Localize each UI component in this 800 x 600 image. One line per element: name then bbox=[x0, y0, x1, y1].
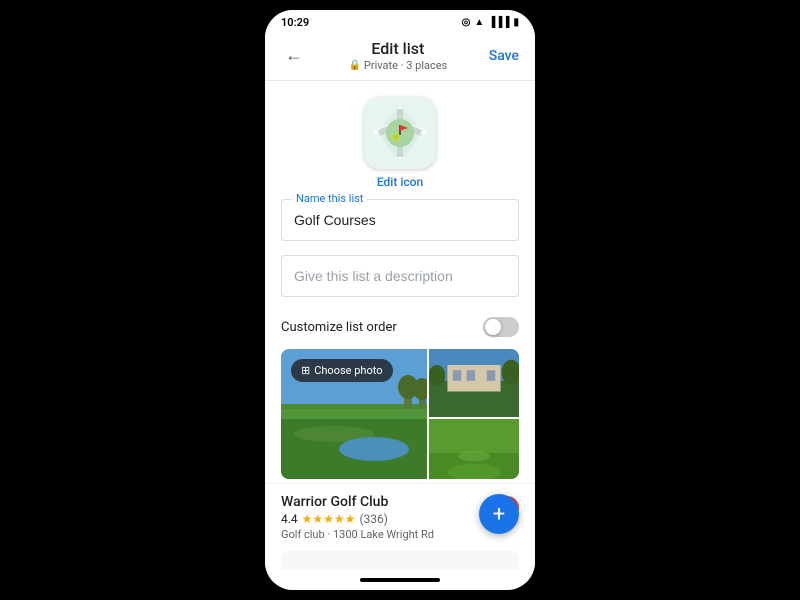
page-subtitle: 🔒 Private · 3 places bbox=[348, 59, 447, 72]
place-name: Warrior Golf Club bbox=[281, 494, 495, 510]
main-photo: ⊞ Choose photo bbox=[281, 349, 427, 479]
status-icons: ◎ ▲ ▐▐▐ ▮ bbox=[462, 17, 519, 28]
place-type: Golf club · 1300 Lake Wright Rd bbox=[281, 528, 495, 541]
choose-photo-button[interactable]: ⊞ Choose photo bbox=[291, 359, 393, 382]
wifi-icon: ▲ bbox=[474, 17, 484, 28]
home-indicator bbox=[360, 578, 440, 582]
name-field-wrapper: Name this list bbox=[281, 199, 519, 241]
more-item-placeholder bbox=[281, 551, 519, 570]
subtitle-text: Private · 3 places bbox=[364, 59, 447, 72]
secondary-photo-1 bbox=[429, 349, 519, 417]
description-input[interactable] bbox=[282, 256, 518, 296]
customize-order-row: Customize list order bbox=[265, 311, 535, 349]
status-bar: 10:29 ◎ ▲ ▐▐▐ ▮ bbox=[265, 10, 535, 33]
page-title: Edit list bbox=[348, 39, 447, 58]
form-section: Name this list bbox=[265, 199, 535, 297]
lock-icon: 🔒 bbox=[348, 60, 360, 71]
customize-order-toggle[interactable] bbox=[483, 317, 519, 337]
secondary-photos bbox=[429, 349, 519, 479]
status-time: 10:29 bbox=[281, 16, 309, 29]
icon-section: Edit icon bbox=[265, 81, 535, 199]
photo-section: ⊞ Choose photo bbox=[265, 349, 535, 479]
bottom-bar bbox=[265, 570, 535, 590]
name-input[interactable] bbox=[282, 200, 518, 240]
save-button[interactable]: Save bbox=[489, 48, 519, 64]
name-field-label: Name this list bbox=[292, 192, 367, 205]
phone-frame: 10:29 ◎ ▲ ▐▐▐ ▮ ← Edit list 🔒 Private · … bbox=[265, 10, 535, 590]
rating-score: 4.4 bbox=[281, 512, 298, 526]
header-center: Edit list 🔒 Private · 3 places bbox=[348, 39, 447, 72]
photo-grid: ⊞ Choose photo bbox=[281, 349, 519, 479]
secondary-photo-2 bbox=[429, 419, 519, 479]
edit-icon-label[interactable]: Edit icon bbox=[377, 175, 423, 189]
place-rating-row: 4.4 ★★★★★ (336) bbox=[281, 512, 495, 526]
list-icon[interactable] bbox=[364, 97, 436, 169]
location-icon: ◎ bbox=[462, 17, 471, 28]
signal-icon: ▐▐▐ bbox=[488, 17, 509, 28]
back-button[interactable]: ← bbox=[281, 41, 307, 70]
add-place-fab[interactable]: + bbox=[479, 494, 519, 534]
toggle-label: Customize list order bbox=[281, 320, 397, 335]
rating-count: (336) bbox=[359, 512, 388, 526]
image-icon: ⊞ bbox=[301, 364, 310, 377]
description-field-wrapper bbox=[281, 255, 519, 297]
choose-photo-label: Choose photo bbox=[314, 364, 382, 377]
top-bar: ← Edit list 🔒 Private · 3 places Save bbox=[265, 33, 535, 81]
stars-icon: ★★★★★ bbox=[302, 512, 356, 526]
battery-icon: ▮ bbox=[513, 17, 519, 28]
place-info: Warrior Golf Club 4.4 ★★★★★ (336) Golf c… bbox=[281, 494, 495, 541]
